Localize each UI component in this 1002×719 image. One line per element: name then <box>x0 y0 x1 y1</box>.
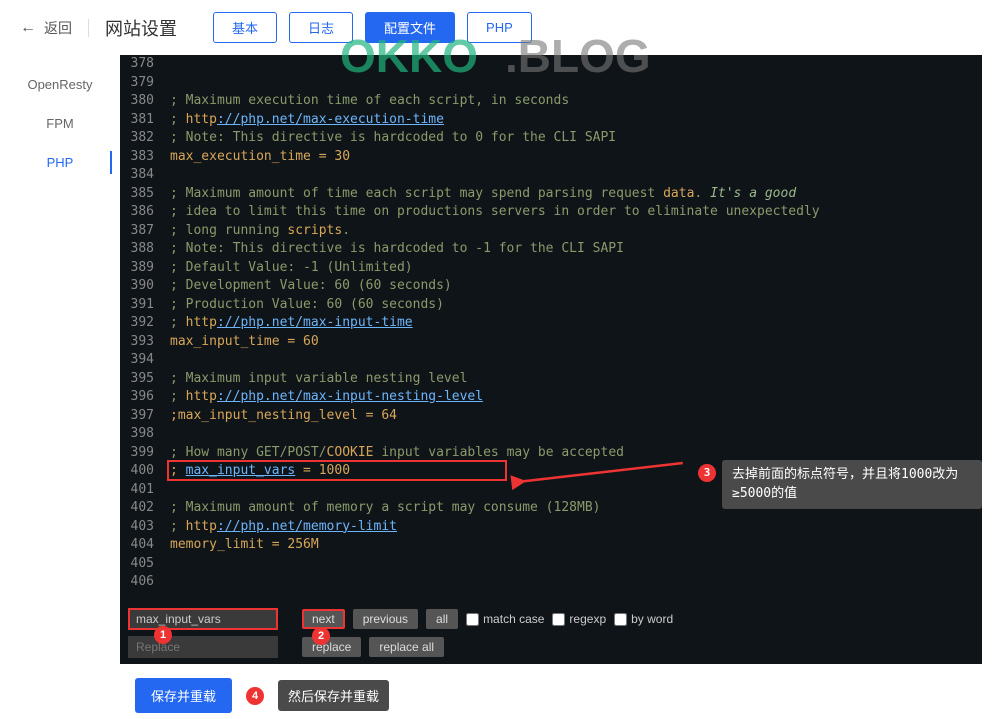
page-title: 网站设置 <box>105 15 177 41</box>
main: OpenResty FPM PHP 3783793803813823833843… <box>0 55 1002 664</box>
code-lines[interactable]: ; Maximum execution time of each script,… <box>170 55 982 592</box>
code-editor[interactable]: 3783793803813823833843853863873883893903… <box>120 55 982 602</box>
annotation-badge-3: 3 <box>698 464 716 482</box>
sidebar-item-fpm[interactable]: FPM <box>0 104 120 143</box>
tab-config-file[interactable]: 配置文件 <box>365 12 455 43</box>
sidebar-item-openresty[interactable]: OpenResty <box>0 65 120 104</box>
back-link[interactable]: ← 返回 <box>20 18 72 38</box>
search-regexp-checkbox[interactable]: regexp <box>552 612 606 626</box>
search-match-case-checkbox[interactable]: match case <box>466 612 544 626</box>
save-reload-button[interactable]: 保存并重载 <box>135 678 232 713</box>
search-next-button[interactable]: next <box>302 609 345 629</box>
line-gutter: 3783793803813823833843853863873883893903… <box>120 55 162 592</box>
annotation-badge-1: 1 <box>154 626 172 644</box>
tab-bar: 基本 日志 配置文件 PHP <box>213 12 532 43</box>
sidebar: OpenResty FPM PHP <box>0 55 120 664</box>
replace-all-button[interactable]: replace all <box>369 637 444 657</box>
save-row: 保存并重载 4 然后保存并重载 <box>0 664 1002 713</box>
search-previous-button[interactable]: previous <box>353 609 418 629</box>
back-label: 返回 <box>44 18 72 38</box>
search-by-word-checkbox[interactable]: by word <box>614 612 673 626</box>
sidebar-item-php[interactable]: PHP <box>0 143 120 182</box>
annotation-tooltip-4: 然后保存并重载 <box>278 680 389 711</box>
content: 3783793803813823833843853863873883893903… <box>120 55 1002 664</box>
divider <box>88 19 89 37</box>
annotation-badge-2: 2 <box>312 627 330 645</box>
tab-basic[interactable]: 基本 <box>213 12 277 43</box>
annotation-tooltip-3: 去掉前面的标点符号，并且将1000改为≥5000的值 <box>722 460 982 509</box>
search-bar: 1 next 2 previous all match case regexp … <box>120 602 982 664</box>
annotation-badge-4: 4 <box>246 687 264 705</box>
tab-log[interactable]: 日志 <box>289 12 353 43</box>
replace-input[interactable] <box>128 636 278 658</box>
tab-php[interactable]: PHP <box>467 12 532 43</box>
header: ← 返回 网站设置 基本 日志 配置文件 PHP <box>0 0 1002 55</box>
search-all-button[interactable]: all <box>426 609 458 629</box>
replace-button[interactable]: replace <box>302 637 361 657</box>
search-input[interactable] <box>128 608 278 630</box>
arrow-left-icon: ← <box>20 19 36 37</box>
